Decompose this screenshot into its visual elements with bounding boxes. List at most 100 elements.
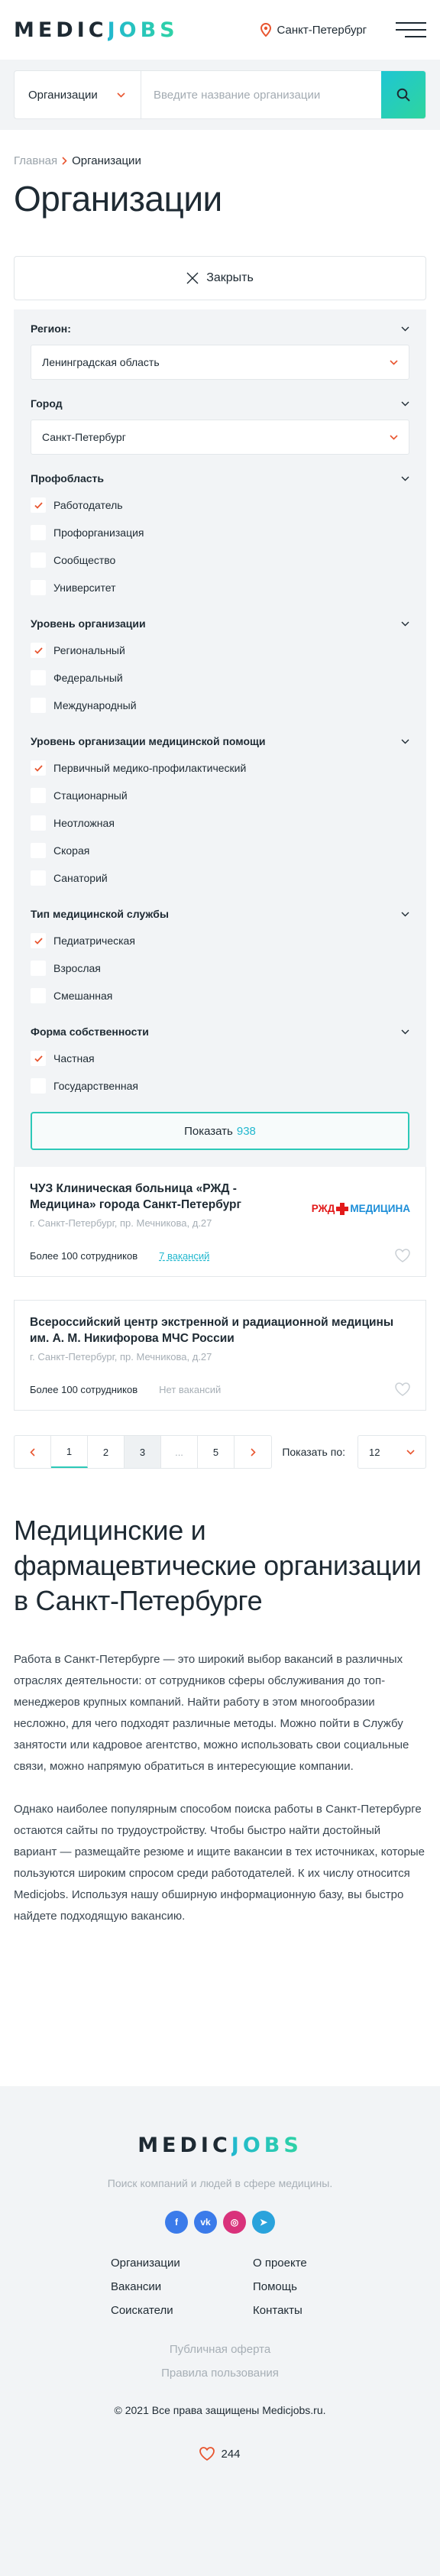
- instagram-icon[interactable]: ◎: [223, 2211, 246, 2234]
- filter-group-header[interactable]: Уровень организации медицинской помощи: [31, 728, 409, 754]
- filter-checkbox-option[interactable]: Работодатель: [31, 491, 409, 519]
- logo-text-medic: MEDIC: [138, 2134, 231, 2157]
- page-link-2[interactable]: 2: [88, 1436, 125, 1468]
- footer-nav-link[interactable]: Организации: [111, 2257, 253, 2270]
- logo-text-jobs: JOBS: [107, 18, 179, 42]
- checkmark-icon: [34, 646, 43, 654]
- filter-checkbox-option[interactable]: Первичный медико-профилактический: [31, 754, 409, 782]
- filter-checkbox-option[interactable]: Частная: [31, 1045, 409, 1072]
- vacancies-link[interactable]: 7 вакансий: [159, 1250, 209, 1262]
- vk-icon[interactable]: vk: [194, 2211, 217, 2234]
- filters-panel: Регион: Ленинградская область Город Санк…: [14, 309, 426, 1167]
- checkbox[interactable]: [31, 698, 46, 713]
- checkbox[interactable]: [31, 525, 46, 540]
- menu-burger-icon[interactable]: [396, 22, 426, 37]
- filter-checkbox-option[interactable]: Неотложная: [31, 809, 409, 837]
- show-results-button[interactable]: Показать 938: [31, 1112, 409, 1150]
- checkbox-label: Стационарный: [53, 789, 128, 802]
- heart-icon[interactable]: [395, 1249, 410, 1262]
- footer-nav-link[interactable]: Помощь: [253, 2280, 329, 2293]
- per-page-control: Показать по: 12: [282, 1435, 426, 1469]
- checkbox[interactable]: [31, 760, 46, 776]
- filter-checkbox-option[interactable]: Университет: [31, 574, 409, 601]
- chevron-down-icon: [390, 359, 398, 365]
- filter-checkbox-option[interactable]: Педиатрическая: [31, 927, 409, 954]
- search-category-select[interactable]: Организации: [15, 71, 141, 118]
- checkbox[interactable]: [31, 961, 46, 976]
- checkbox[interactable]: [31, 552, 46, 568]
- filter-city-label: Город: [31, 397, 63, 410]
- organization-card[interactable]: Всероссийский центр экстренной и радиаци…: [14, 1300, 426, 1411]
- facebook-icon[interactable]: f: [165, 2211, 188, 2234]
- organization-title[interactable]: ЧУЗ Клиническая больница «РЖД - Медицина…: [30, 1181, 274, 1213]
- heart-icon: [199, 2447, 215, 2461]
- search-input[interactable]: [141, 71, 381, 118]
- page-link-1[interactable]: 1: [51, 1436, 88, 1468]
- filter-checkbox-option[interactable]: Федеральный: [31, 664, 409, 692]
- page-link-3[interactable]: 3: [125, 1436, 161, 1468]
- prev-page-button[interactable]: [15, 1436, 51, 1468]
- footer-nav-link[interactable]: Вакансии: [111, 2280, 253, 2293]
- heart-icon[interactable]: [395, 1382, 410, 1396]
- filter-checkbox-option[interactable]: Государственная: [31, 1072, 409, 1100]
- employees-count: Более 100 сотрудников: [30, 1249, 138, 1262]
- site-logo[interactable]: MEDIC JOBS: [14, 18, 179, 42]
- likes-counter[interactable]: 244: [0, 2447, 440, 2461]
- filter-region-header[interactable]: Регион:: [31, 316, 409, 342]
- checkbox[interactable]: [31, 815, 46, 831]
- organization-title[interactable]: Всероссийский центр экстренной и радиаци…: [30, 1314, 410, 1346]
- filter-group-header[interactable]: Уровень организации: [31, 611, 409, 637]
- checkbox[interactable]: [31, 988, 46, 1003]
- filter-group-header[interactable]: Форма собственности: [31, 1019, 409, 1045]
- copyright: © 2021 Все права защищены Medicjobs.ru.: [114, 2404, 326, 2416]
- checkbox[interactable]: [31, 670, 46, 685]
- checkbox-label: Первичный медико-профилактический: [53, 762, 247, 774]
- filter-checkbox-option[interactable]: Смешанная: [31, 982, 409, 1009]
- page-link-5[interactable]: 5: [198, 1436, 235, 1468]
- search-button[interactable]: [381, 71, 425, 118]
- checkbox[interactable]: [31, 843, 46, 858]
- footer-logo[interactable]: MEDIC JOBS: [0, 2134, 440, 2157]
- footer-nav-link[interactable]: О проекте: [253, 2257, 329, 2270]
- checkbox-label: Смешанная: [53, 990, 113, 1002]
- filter-checkbox-option[interactable]: Профорганизация: [31, 519, 409, 546]
- city-selector[interactable]: Санкт-Петербург: [260, 23, 367, 37]
- checkbox[interactable]: [31, 1051, 46, 1066]
- checkbox-label: Скорая: [53, 844, 90, 857]
- filter-checkbox-option[interactable]: Стационарный: [31, 782, 409, 809]
- filter-group-header[interactable]: Профобласть: [31, 465, 409, 491]
- filter-city-header[interactable]: Город: [31, 390, 409, 416]
- checkbox[interactable]: [31, 870, 46, 886]
- per-page-label: Показать по:: [282, 1446, 345, 1458]
- checkbox[interactable]: [31, 497, 46, 513]
- filter-checkbox-option[interactable]: Взрослая: [31, 954, 409, 982]
- footer-nav-link[interactable]: Соискатели: [111, 2304, 253, 2317]
- checkbox[interactable]: [31, 580, 46, 595]
- breadcrumb-home-link[interactable]: Главная: [14, 154, 57, 167]
- next-page-button[interactable]: [235, 1436, 271, 1468]
- filter-checkbox-option[interactable]: Санаторий: [31, 864, 409, 892]
- terms-link[interactable]: Правила пользования: [0, 2367, 440, 2380]
- per-page-select[interactable]: 12: [358, 1435, 426, 1469]
- filter-checkbox-option[interactable]: Скорая: [31, 837, 409, 864]
- organization-card[interactable]: ЧУЗ Клиническая больница «РЖД - Медицина…: [14, 1167, 426, 1277]
- checkbox[interactable]: [31, 933, 46, 948]
- logo-text-medic: MEDIC: [14, 18, 108, 42]
- filter-group-header[interactable]: Тип медицинской службы: [31, 901, 409, 927]
- search-band: Организации: [0, 60, 440, 130]
- public-offer-link[interactable]: Публичная оферта: [0, 2343, 440, 2356]
- telegram-icon[interactable]: ➤: [252, 2211, 275, 2234]
- checkbox[interactable]: [31, 1078, 46, 1094]
- search-icon: [396, 88, 410, 102]
- footer-nav-link[interactable]: Контакты: [253, 2304, 329, 2317]
- filter-checkbox-option[interactable]: Сообщество: [31, 546, 409, 574]
- checkbox[interactable]: [31, 643, 46, 658]
- chevron-down-icon: [401, 739, 409, 744]
- checkbox[interactable]: [31, 788, 46, 803]
- filter-group-label: Тип медицинской службы: [31, 908, 169, 920]
- filter-checkbox-option[interactable]: Международный: [31, 692, 409, 719]
- region-select[interactable]: Ленинградская область: [31, 345, 409, 380]
- close-filters-button[interactable]: Закрыть: [14, 256, 426, 300]
- filter-checkbox-option[interactable]: Региональный: [31, 637, 409, 664]
- city-select[interactable]: Санкт-Петербург: [31, 420, 409, 455]
